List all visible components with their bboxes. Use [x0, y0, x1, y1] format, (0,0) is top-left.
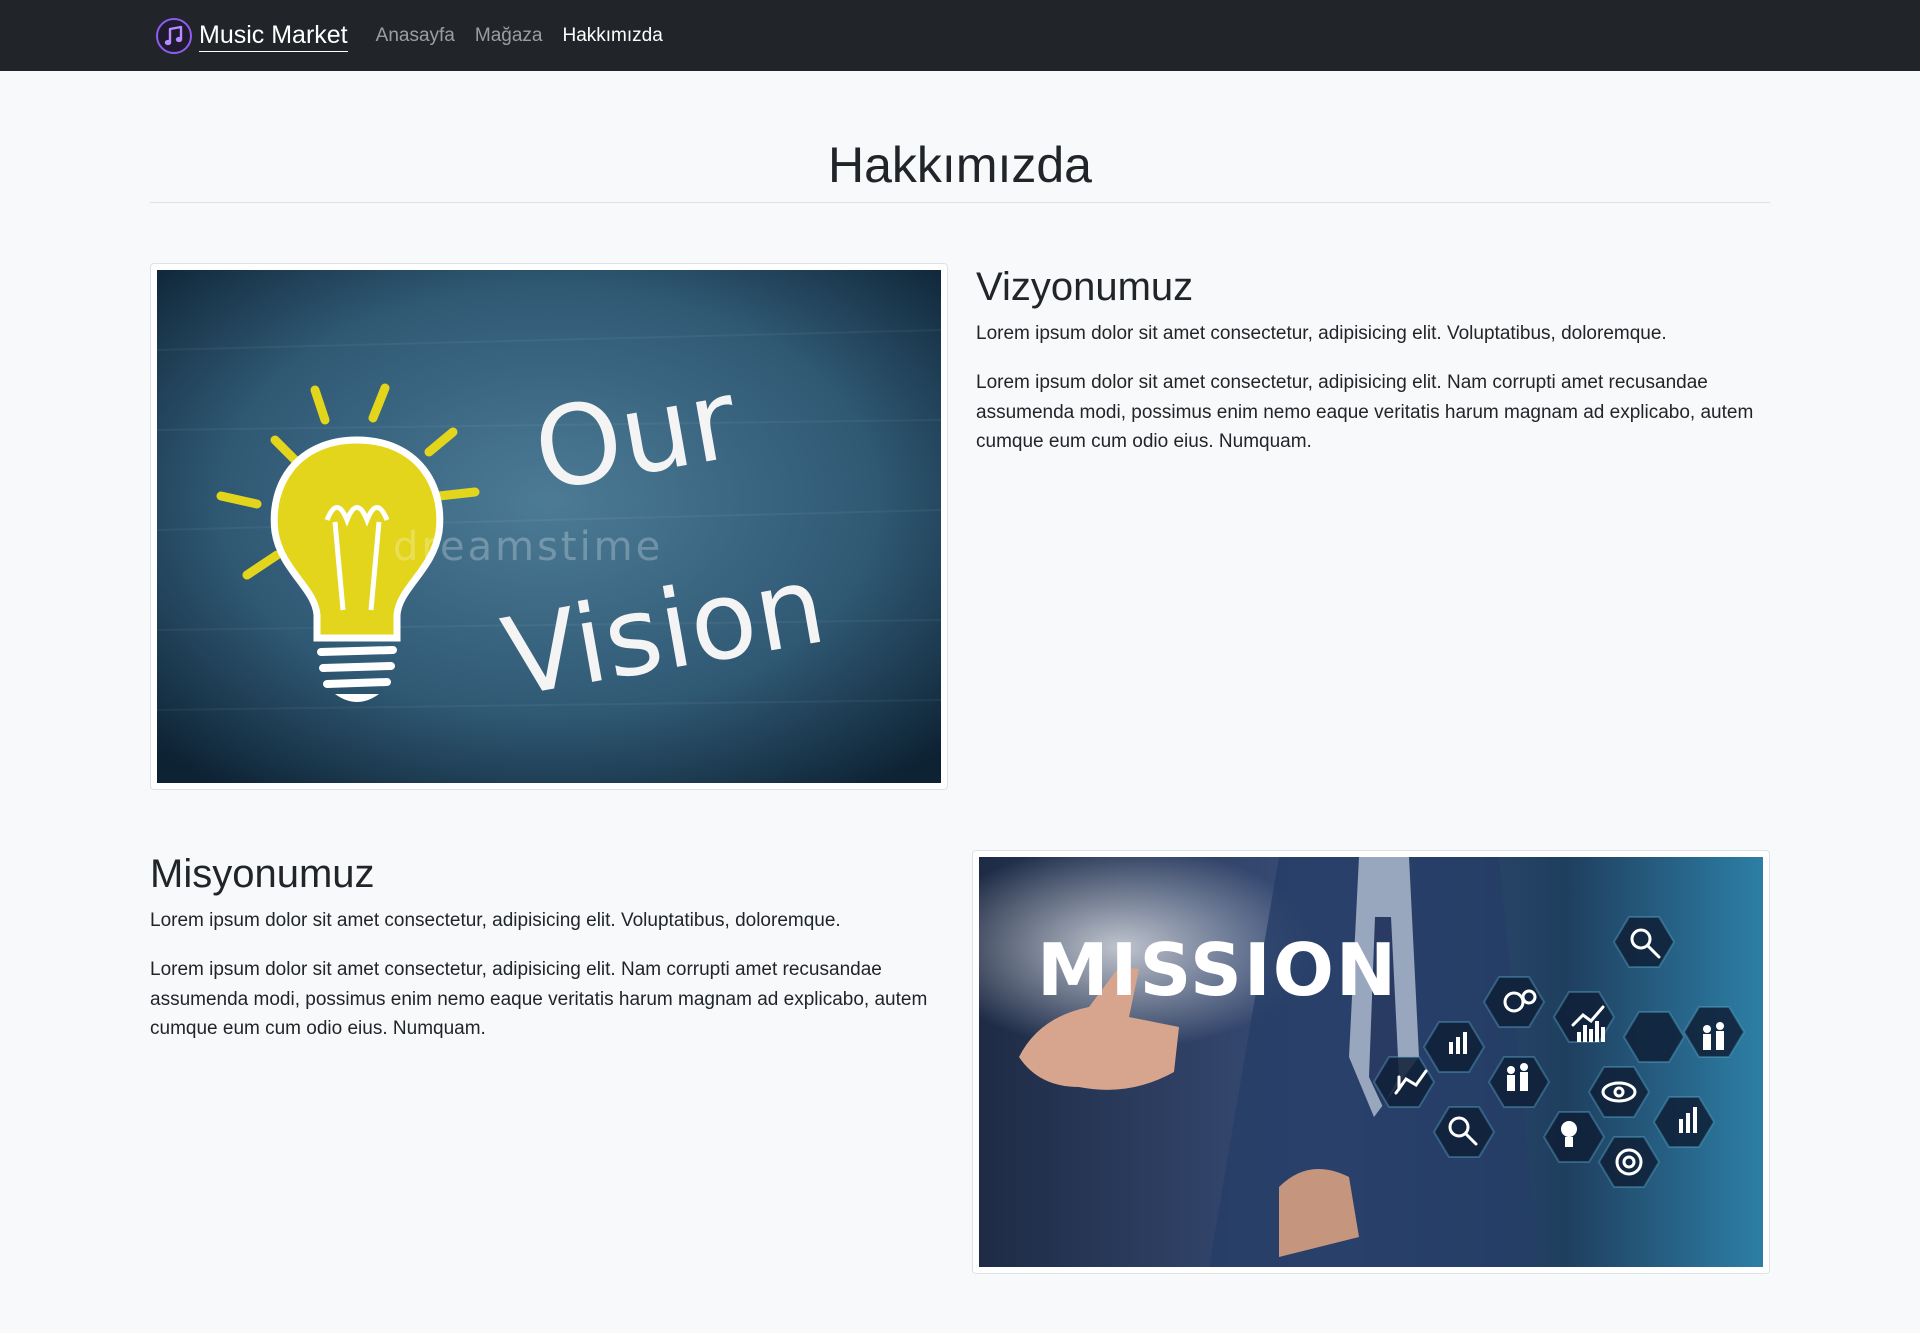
music-note-icon — [156, 17, 192, 54]
mission-paragraph-2: Lorem ipsum dolor sit amet consectetur, … — [150, 959, 928, 1040]
vision-text: Vizyonumuz Lorem ipsum dolor sit amet co… — [976, 263, 1770, 790]
vision-section: Our Vision dreamstime Vizyonumuz Lorem i… — [150, 262, 1770, 790]
page-title: Hakkımızda — [150, 71, 1770, 203]
vision-paragraph-2: Lorem ipsum dolor sit amet consectetur, … — [976, 372, 1754, 453]
mission-section: Misyonumuz Lorem ipsum dolor sit amet co… — [150, 849, 1770, 1274]
vision-image-watermark: dreamstime — [393, 524, 663, 570]
mission-image-word: MISSION — [1037, 928, 1398, 1012]
vision-image-frame: Our Vision dreamstime — [150, 262, 948, 790]
mission-heading: Misyonumuz — [150, 851, 375, 896]
vision-image: Our Vision dreamstime — [157, 269, 941, 783]
nav-link-store[interactable]: Mağaza — [475, 25, 543, 47]
navbar: Music Market Anasayfa Mağaza Hakkımızda — [0, 0, 1920, 71]
mission-text: Misyonumuz Lorem ipsum dolor sit amet co… — [150, 850, 944, 1274]
mission-image-frame: MISSION — [972, 849, 1770, 1274]
vision-heading: Vizyonumuz — [976, 264, 1194, 309]
mission-paragraph-1: Lorem ipsum dolor sit amet consectetur, … — [150, 909, 841, 931]
brand-name: Music Market — [199, 20, 348, 52]
vision-paragraph-1: Lorem ipsum dolor sit amet consectetur, … — [976, 322, 1667, 344]
nav-links: Anasayfa Mağaza Hakkımızda — [376, 25, 683, 47]
nav-link-home[interactable]: Anasayfa — [376, 25, 455, 47]
mission-image: MISSION — [979, 856, 1763, 1267]
nav-link-about[interactable]: Hakkımızda — [562, 25, 662, 47]
main-content: Hakkımızda Our Vision dreamstime Vizyonu… — [135, 71, 1785, 1274]
brand-link[interactable]: Music Market — [155, 17, 348, 55]
navbar-inner: Music Market Anasayfa Mağaza Hakkımızda — [140, 17, 1780, 55]
